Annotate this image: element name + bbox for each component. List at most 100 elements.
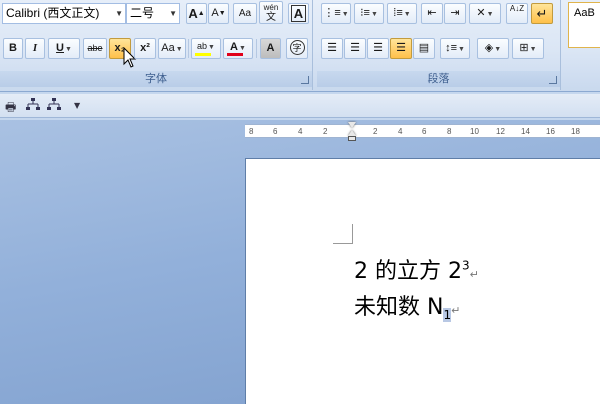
font-group: Calibri (西文正文) ▼ 二号 ▼ A▲ A▼ Aa wén 文 A B … — [0, 0, 313, 90]
align-left-button[interactable]: ☰ — [321, 38, 343, 59]
ruler-tick: 4 — [398, 127, 403, 136]
ruler-tick: 18 — [571, 127, 580, 136]
multilevel-list-icon: ⁞≡ — [393, 7, 403, 19]
shrink-font-label: A — [211, 7, 219, 19]
show-marks-button[interactable]: ↵ — [531, 3, 553, 24]
ruler-tick: 14 — [521, 127, 530, 136]
ribbon: Calibri (西文正文) ▼ 二号 ▼ A▲ A▼ Aa wén 文 A B … — [0, 0, 600, 92]
font-group-label: 字体 — [0, 71, 312, 87]
character-shading-icon: A — [266, 42, 275, 54]
highlight-icon: ab — [197, 41, 208, 51]
numbering-icon: ⁝≡ — [360, 7, 370, 19]
borders-button[interactable]: ⊞▼ — [512, 38, 544, 59]
paragraph-mark-icon: ↵ — [536, 6, 548, 21]
align-center-icon: ☰ — [350, 42, 360, 54]
justify-button[interactable]: ☰ — [390, 38, 412, 59]
separator — [188, 39, 189, 58]
strikethrough-icon: abe — [87, 43, 103, 53]
horizontal-ruler[interactable]: 8 6 4 2 2 4 6 8 10 12 14 16 18 — [245, 124, 600, 138]
line-1-superscript: 3 — [461, 258, 470, 273]
ruler-tick: 8 — [447, 127, 452, 136]
asian-layout-icon: ✕ — [476, 7, 486, 19]
ruler-tick: 2 — [373, 127, 378, 136]
align-left-icon: ☰ — [327, 42, 337, 54]
line-spacing-button[interactable]: ↕≡▼ — [440, 38, 470, 59]
bullets-icon: ⋮≡ — [323, 7, 341, 19]
character-shading-button[interactable]: A — [260, 38, 281, 59]
underline-button[interactable]: U▼ — [48, 38, 80, 59]
shading-button[interactable]: ◈▼ — [477, 38, 509, 59]
separator — [256, 39, 257, 58]
grow-font-button[interactable]: A▲ — [186, 3, 207, 24]
first-line-indent-icon — [348, 122, 356, 128]
line-spacing-icon: ↕≡ — [445, 42, 457, 54]
strikethrough-button[interactable]: abe — [83, 38, 107, 59]
bullets-button[interactable]: ⋮≡▼ — [321, 3, 351, 24]
change-case-button[interactable]: Aa▼ — [158, 38, 186, 59]
clear-format-button[interactable]: Aa — [233, 3, 257, 24]
align-right-button[interactable]: ☰ — [367, 38, 389, 59]
font-name-value: Calibri (西文正文) — [6, 6, 100, 20]
font-color-icon: A — [230, 41, 238, 53]
chevron-down-icon: ▼ — [115, 9, 123, 18]
enclose-characters-icon: 字 — [289, 40, 305, 55]
margin-corner-mark — [333, 224, 353, 244]
asian-layout-button[interactable]: ✕▼ — [469, 3, 501, 24]
dialog-launcher-icon[interactable] — [549, 76, 557, 84]
printer-icon[interactable]: 🖶 — [5, 98, 16, 119]
org-chart-icon[interactable] — [25, 98, 41, 115]
superscript-icon: x² — [140, 42, 150, 54]
distributed-icon: ▤ — [418, 42, 430, 54]
font-size-combo[interactable]: 二号 ▼ — [126, 3, 180, 24]
ruler-tick: 8 — [249, 127, 254, 136]
distributed-button[interactable]: ▤ — [413, 38, 435, 59]
dialog-launcher-icon[interactable] — [301, 76, 309, 84]
paragraph-mark-icon: ↵ — [451, 304, 461, 317]
line-1-text: 2 的立方 2 — [354, 259, 462, 284]
phonetic-guide-icon: wén — [263, 3, 279, 12]
phonetic-guide-button[interactable]: wén 文 — [259, 1, 283, 24]
character-border-button[interactable]: A — [288, 3, 309, 24]
left-indent-icon — [348, 136, 356, 141]
line-2-subscript-selected: 1 — [443, 308, 452, 323]
bold-button[interactable]: B — [3, 38, 23, 59]
align-right-icon: ☰ — [373, 42, 383, 54]
character-border-icon: A — [290, 5, 307, 22]
borders-icon: ⊞ — [519, 42, 529, 54]
ruler-tick: 2 — [323, 127, 328, 136]
italic-button[interactable]: I — [25, 38, 45, 59]
style-preview-normal[interactable]: AaB — [568, 2, 600, 48]
ruler-tick: 6 — [422, 127, 427, 136]
font-color-button[interactable]: A▼ — [223, 38, 253, 59]
decrease-indent-icon: ⇤ — [427, 7, 437, 19]
document-line-1[interactable]: 2 的立方 23↵ — [354, 253, 479, 285]
document-line-2[interactable]: 未知数 N1↵ — [354, 289, 461, 323]
ruler-tick: 16 — [546, 127, 555, 136]
paragraph-mark-icon: ↵ — [469, 268, 479, 281]
hierarchy-icon[interactable] — [46, 98, 62, 115]
ruler-tick: 10 — [470, 127, 479, 136]
indent-marker[interactable] — [348, 122, 357, 142]
align-center-button[interactable]: ☰ — [344, 38, 366, 59]
styles-group: AaB — [566, 0, 600, 90]
font-name-combo[interactable]: Calibri (西文正文) ▼ — [2, 3, 126, 24]
sort-button[interactable]: A↓Z — [506, 3, 528, 24]
paragraph-group-label: 段落 — [317, 71, 560, 87]
change-case-icon: Aa — [161, 42, 175, 54]
decrease-indent-button[interactable]: ⇤ — [421, 3, 443, 24]
enclose-characters-button[interactable]: 字 — [286, 38, 308, 59]
grow-font-label: A — [188, 6, 198, 21]
numbering-button[interactable]: ⁝≡▼ — [354, 3, 384, 24]
ruler-tick: 12 — [496, 127, 505, 136]
ruler-tick: 6 — [273, 127, 278, 136]
sort-icon: A↓Z — [509, 4, 525, 13]
customize-toolbar-icon[interactable]: ▼ — [74, 101, 80, 110]
highlight-button[interactable]: ab▼ — [191, 38, 221, 59]
increase-indent-button[interactable]: ⇥ — [444, 3, 466, 24]
chevron-down-icon: ▼ — [169, 9, 177, 18]
clear-format-icon: Aa — [238, 8, 252, 19]
superscript-button[interactable]: x² — [134, 38, 156, 59]
italic-icon: I — [32, 42, 38, 54]
multilevel-list-button[interactable]: ⁞≡▼ — [387, 3, 417, 24]
shrink-font-button[interactable]: A▼ — [208, 3, 229, 24]
